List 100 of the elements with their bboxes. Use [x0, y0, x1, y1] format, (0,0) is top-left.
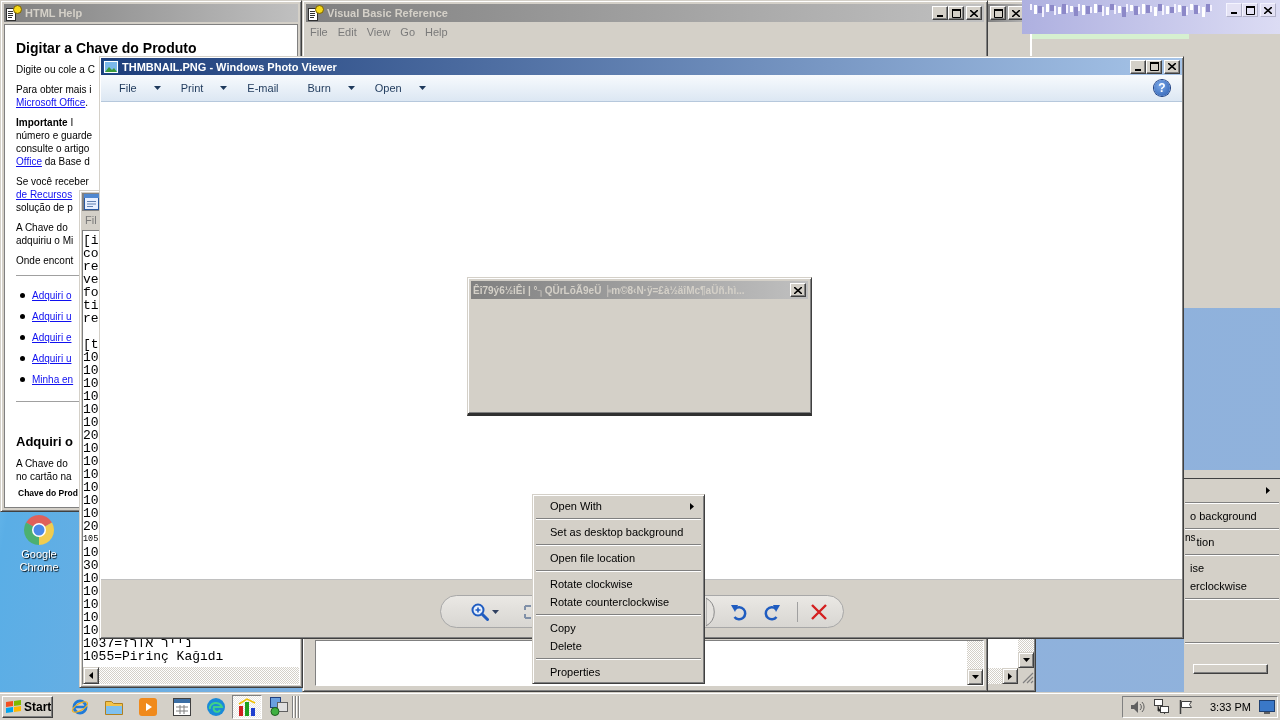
bracket-icon[interactable] [523, 604, 531, 619]
text-line: 10 [83, 624, 99, 637]
close-button[interactable] [1260, 3, 1276, 17]
bullet-icon [20, 293, 25, 298]
text-line: 10 [83, 455, 99, 468]
paragraph: Para obter mais i Microsoft Office. [16, 83, 92, 109]
text-line: 10 [83, 364, 99, 377]
minimize-button[interactable] [1226, 3, 1242, 17]
calendar-icon[interactable] [173, 697, 191, 716]
text-line: 10 [83, 416, 99, 429]
menu-item[interactable]: Open file location [535, 549, 702, 567]
text-line: co [83, 247, 99, 260]
windows-flag-icon [6, 700, 21, 713]
toolbar-menu-button[interactable]: File [109, 75, 171, 101]
maximize-button[interactable] [1242, 3, 1258, 17]
delete-icon[interactable] [809, 602, 828, 621]
menu-text-fragment: ise [1190, 562, 1205, 574]
taskbar-button[interactable] [232, 694, 262, 719]
app-icon[interactable] [23, 514, 55, 546]
paragraph: Se você receber de Recursos solução de p [16, 175, 89, 214]
link[interactable]: Minha en [32, 373, 74, 386]
minimize-icon [937, 15, 943, 17]
text-line: 10 [83, 403, 99, 416]
text-line: 10 [83, 585, 99, 598]
text-line: 20 [83, 520, 99, 533]
rotate-right-icon[interactable] [762, 602, 781, 621]
menu-item[interactable]: Open With [535, 497, 702, 515]
close-icon [1264, 6, 1272, 14]
close-icon [794, 286, 802, 294]
text-line: fo [83, 286, 99, 299]
text-line: 10 [83, 546, 99, 559]
text-line: ti [83, 299, 99, 312]
rotate-left-icon[interactable] [729, 602, 748, 621]
link[interactable]: Adquiri u [32, 352, 72, 365]
notepad-icon [84, 194, 99, 210]
link[interactable]: de Recursos [16, 189, 73, 200]
document-icon [6, 5, 22, 21]
minimize-icon [1231, 12, 1237, 14]
scrollbar-track[interactable] [988, 668, 1002, 684]
maximize-icon [1245, 5, 1255, 15]
menu-item[interactable]: Properties [535, 663, 702, 681]
window-title: Visual Basic Reference [327, 7, 448, 19]
minimize-icon [1135, 68, 1141, 71]
resize-grip[interactable] [1022, 672, 1034, 684]
down-arrow-icon [971, 675, 979, 679]
link[interactable]: Office [16, 156, 42, 167]
scroll-down-button[interactable] [1018, 652, 1034, 668]
caret-icon[interactable] [491, 609, 499, 614]
paragraph: Onde encont [16, 254, 74, 267]
bullet-icon [20, 377, 25, 382]
monitor-icon[interactable] [1259, 699, 1275, 714]
close-icon [1168, 63, 1176, 70]
link[interactable]: Adquiri u [32, 310, 72, 323]
text-line: 1037=נייר אורז [83, 637, 193, 650]
zoom-in-icon[interactable] [470, 602, 489, 621]
menu-item[interactable]: Copy [535, 619, 702, 637]
text-line: ve [83, 273, 99, 286]
down-arrow-icon [1022, 658, 1030, 662]
caption: Chave do Prod [18, 488, 78, 499]
text-fragment: ns [1185, 533, 1196, 543]
menu-item[interactable]: Rotate counterclockwise [535, 593, 702, 611]
start-button[interactable]: Start [2, 695, 53, 718]
close-icon [1012, 9, 1020, 17]
scroll-down-button[interactable] [967, 669, 983, 685]
right-arrow-icon [1008, 672, 1012, 680]
window-title: THMBNAIL.PNG - Windows Photo Viewer [122, 60, 337, 73]
submenu-arrow-icon [690, 502, 694, 510]
menu-text-fragment: tion [1196, 536, 1215, 548]
menu-item[interactable]: Set as desktop background [535, 523, 702, 541]
scroll-right-button[interactable] [1002, 668, 1018, 684]
flag-icon[interactable] [1179, 699, 1193, 714]
text-line: 20 [83, 429, 99, 442]
content-pane [988, 638, 1018, 668]
toolbar-menu-button[interactable]: E-mail [237, 75, 298, 101]
toolbar-menu-button[interactable]: Burn [297, 75, 365, 101]
caret-icon [220, 86, 228, 90]
link[interactable]: Adquiri e [32, 331, 72, 344]
link[interactable]: Adquiri o [32, 289, 72, 302]
menu-item[interactable]: Rotate clockwise [535, 575, 702, 593]
text-line: 10 [83, 611, 99, 624]
orbit-icon[interactable] [71, 697, 89, 716]
toolbar-menu-button[interactable]: Print [170, 75, 238, 101]
caret-icon [347, 86, 355, 90]
menu-item[interactable]: Delete [535, 637, 702, 655]
network-icon[interactable] [1154, 699, 1169, 714]
text-line: re [83, 312, 99, 325]
scroll-left-button[interactable] [83, 667, 99, 684]
text-line: 10 [83, 572, 99, 585]
maximize-icon [993, 8, 1003, 18]
toolbar-menu-button[interactable]: Open [364, 75, 436, 101]
speaker-icon[interactable] [1131, 699, 1145, 714]
text-line: re [83, 260, 99, 273]
text-line: 10 [83, 494, 99, 507]
picture-icon [103, 59, 119, 74]
maximize-icon [1149, 62, 1159, 71]
package-icon [268, 697, 288, 716]
text-line: [i [83, 234, 99, 247]
text-line: 10 [83, 377, 99, 390]
clock: 3:33 PM [1210, 700, 1251, 713]
text-line: 10 [83, 351, 99, 364]
